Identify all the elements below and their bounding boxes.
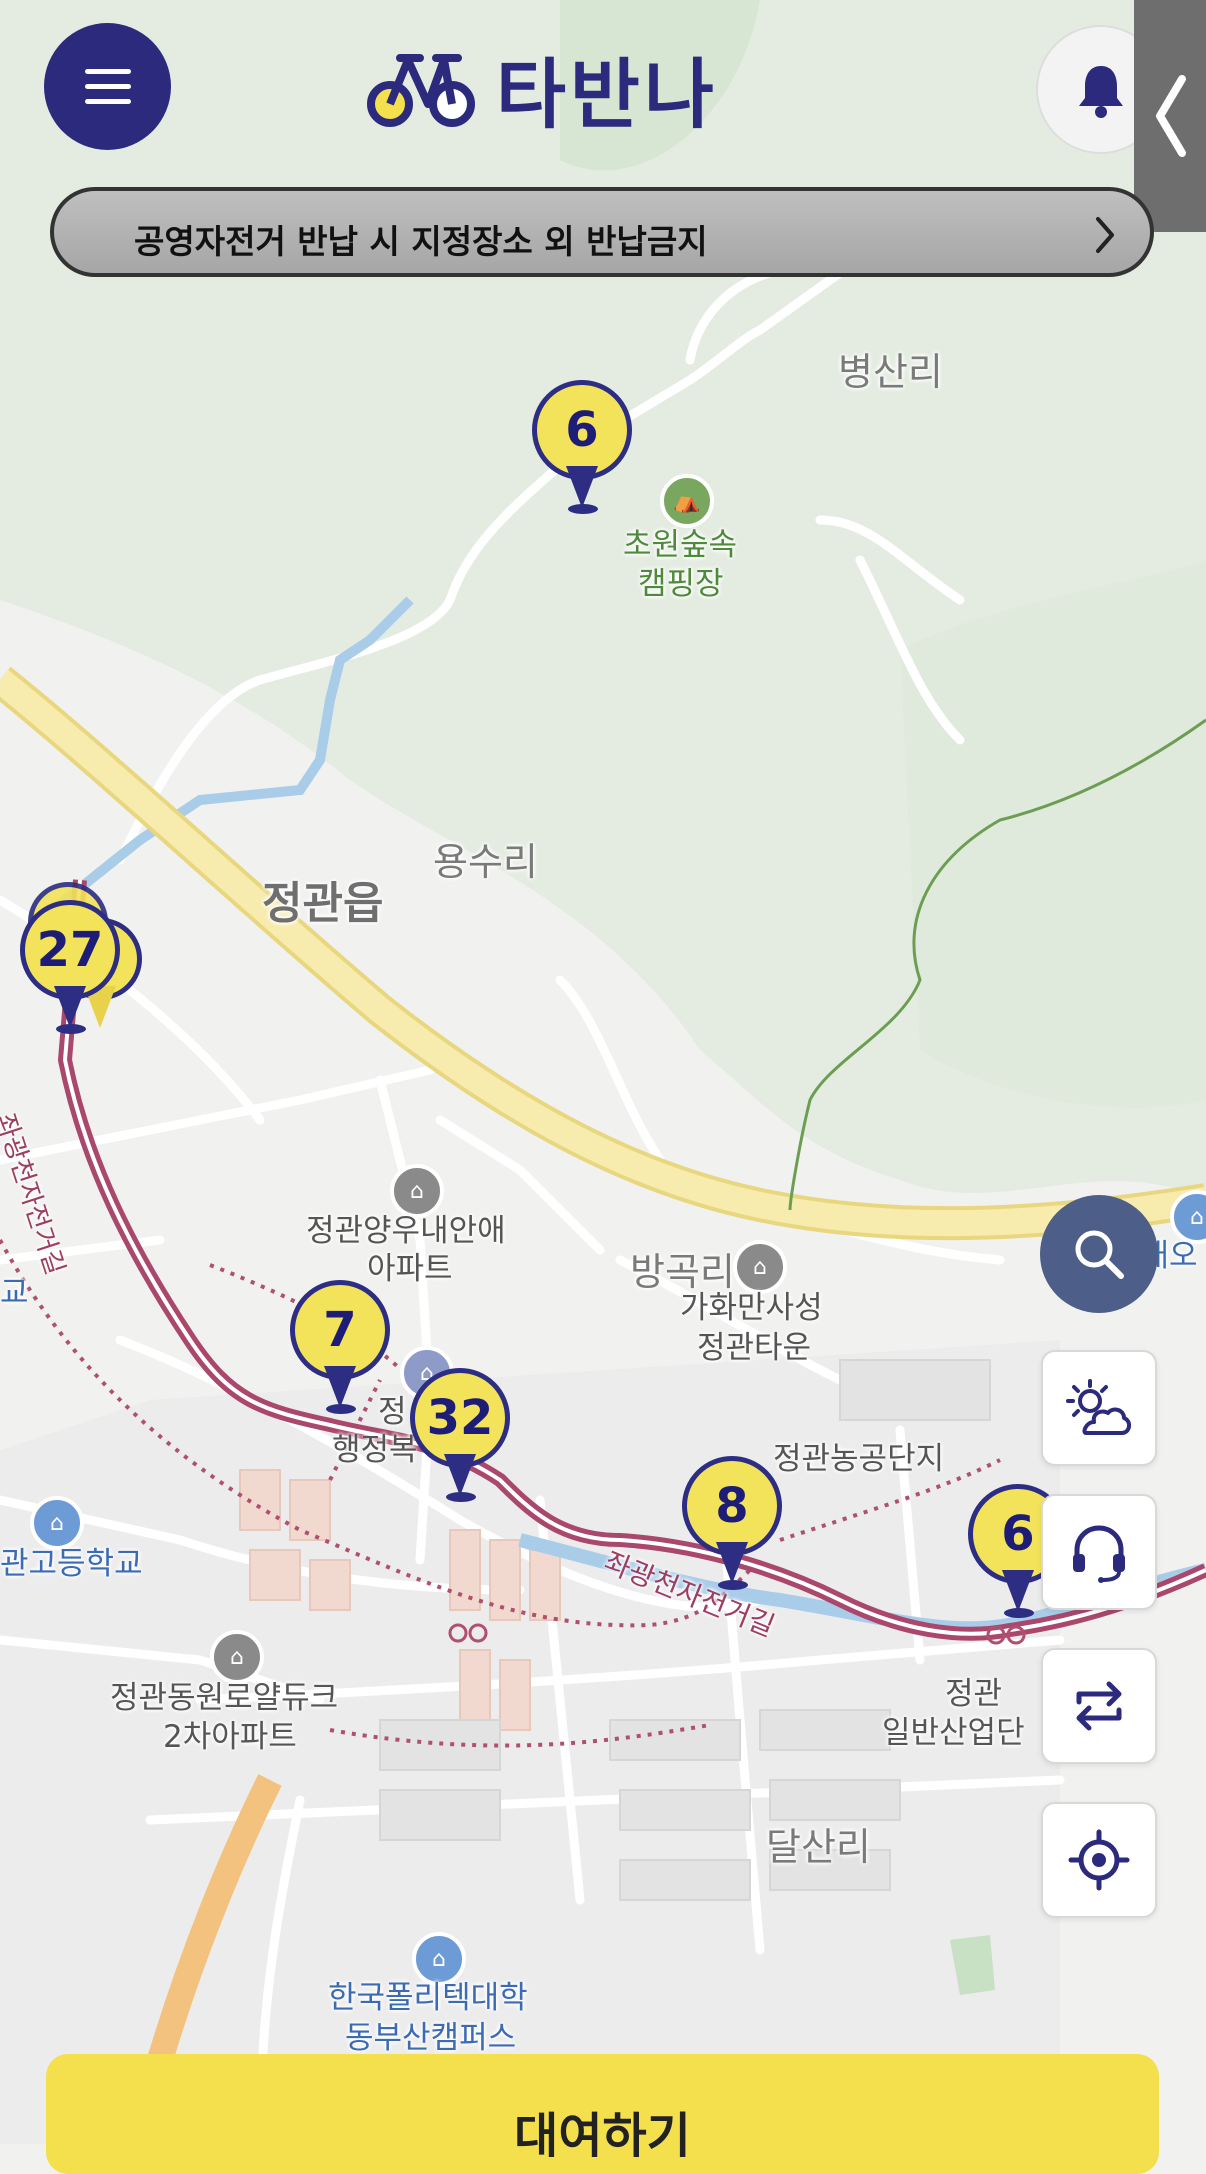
- menu-icon-bar: [84, 69, 131, 74]
- weather-icon: [1066, 1379, 1131, 1435]
- station-pin[interactable]: 27: [20, 900, 130, 1045]
- location-target-icon: [1068, 1829, 1130, 1891]
- label-banggok: 방곡리: [630, 1250, 735, 1294]
- pin-base: [446, 1492, 476, 1502]
- menu-icon-bar: [84, 99, 131, 104]
- pin-tail: [716, 1542, 748, 1584]
- station-count: 7: [290, 1280, 390, 1380]
- pin-base: [568, 504, 598, 514]
- apartment-icon: ⌂: [733, 1240, 787, 1294]
- menu-button[interactable]: [44, 23, 171, 150]
- label-gahwa-1: 가화만사성: [680, 1290, 823, 1326]
- bike-logo-icon: [367, 54, 475, 127]
- weather-button[interactable]: [1041, 1350, 1157, 1466]
- label-industrial-2: 일반산업단: [882, 1715, 1025, 1751]
- return-swap-button[interactable]: [1041, 1648, 1157, 1764]
- notice-text: 공영자전거 반납 시 지정장소 외 반납금지: [134, 222, 708, 261]
- pin-base: [718, 1580, 748, 1590]
- app-logo: 타반나: [366, 38, 718, 139]
- label-polytech-2: 동부산캠퍼스: [345, 2020, 517, 2056]
- logo-text: 타반나: [496, 50, 718, 139]
- apartment-icon: ⌂: [390, 1164, 444, 1218]
- station-count: 8: [682, 1456, 782, 1556]
- side-panel-toggle[interactable]: [1134, 0, 1206, 232]
- label-dongwon-1: 정관동원로얄듀크: [110, 1680, 339, 1716]
- label-gahwa-2: 정관타운: [697, 1330, 812, 1366]
- station-pin[interactable]: 7: [290, 1280, 400, 1425]
- rent-button-label: 대여하기: [514, 2108, 691, 2164]
- label-jeonggwan-eup: 정관읍: [262, 878, 384, 929]
- station-count: 6: [532, 380, 632, 480]
- chevron-left-icon: [1156, 75, 1186, 157]
- label-campsite-1: 초원숲속: [623, 527, 738, 563]
- pin-base: [326, 1404, 356, 1414]
- station-pin[interactable]: 6: [532, 380, 642, 525]
- label-dalsan: 달산리: [766, 1825, 871, 1869]
- menu-icon-bar: [84, 84, 131, 89]
- bell-icon: [1078, 65, 1123, 118]
- label-highschool: 관고등학교: [0, 1546, 143, 1582]
- apartment-icon: ⌂: [210, 1630, 264, 1684]
- rent-button[interactable]: 대여하기: [46, 2054, 1159, 2174]
- label-office-2: 행정복: [332, 1432, 418, 1468]
- label-apt-woonae-1: 정관양우내안애: [306, 1213, 506, 1249]
- pin-base: [1004, 1608, 1034, 1618]
- pin-tail: [54, 986, 86, 1028]
- label-industrial-1: 정관: [945, 1676, 1003, 1712]
- map-canvas[interactable]: [0, 0, 1206, 2144]
- station-pin[interactable]: 8: [682, 1456, 792, 1601]
- customer-support-button[interactable]: [1041, 1494, 1157, 1610]
- pin-tail: [324, 1366, 356, 1408]
- swap-icon: [1076, 1681, 1122, 1731]
- pin-base: [56, 1024, 86, 1034]
- school-icon: ⌂: [30, 1496, 84, 1550]
- chevron-right-icon: [1096, 217, 1114, 253]
- label-campsite-2: 캠핑장: [638, 566, 724, 602]
- label-byeongsan: 병산리: [838, 350, 943, 394]
- label-polytech-1: 한국폴리텍대학: [328, 1980, 528, 2016]
- notice-banner[interactable]: 공영자전거 반납 시 지정장소 외 반납금지: [50, 187, 1154, 277]
- search-icon: [1075, 1230, 1124, 1279]
- pin-tail: [444, 1454, 476, 1496]
- my-location-button[interactable]: [1041, 1802, 1157, 1918]
- label-dongwon-2: 2차아파트: [163, 1719, 297, 1755]
- station-count: 32: [410, 1368, 510, 1468]
- campsite-icon: ⛺: [660, 474, 714, 528]
- university-icon: ⌂: [412, 1932, 466, 1986]
- label-left-edge: 교: [0, 1275, 29, 1311]
- label-yongsu: 용수리: [433, 840, 538, 884]
- pin-tail: [1002, 1570, 1034, 1612]
- headset-icon: [1073, 1525, 1125, 1583]
- station-count: 27: [20, 900, 120, 1000]
- pin-tail: [566, 466, 598, 508]
- search-button[interactable]: [1040, 1195, 1158, 1313]
- station-pin[interactable]: 32: [410, 1368, 520, 1513]
- label-agri-complex: 정관농공단지: [773, 1441, 945, 1477]
